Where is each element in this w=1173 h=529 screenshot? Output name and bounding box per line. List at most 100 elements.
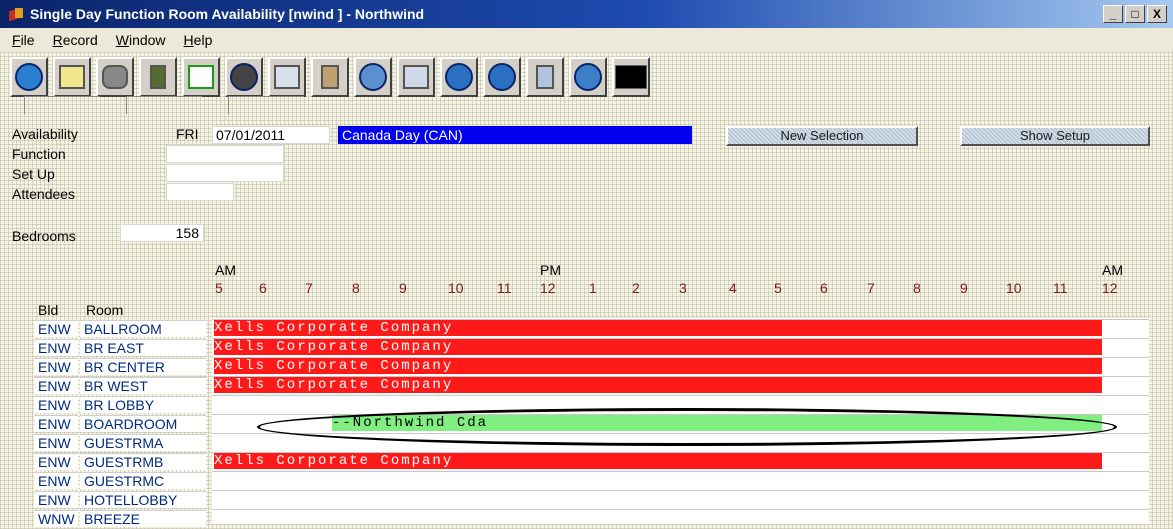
grid-line: [212, 433, 1149, 434]
pm-label: PM: [540, 262, 561, 278]
row-room[interactable]: BR CENTER: [80, 358, 206, 375]
availability-label: Availability: [12, 126, 78, 142]
hour-tick-label: 12: [540, 280, 556, 296]
date-field[interactable]: 07/01/2011: [212, 126, 330, 144]
hour-tick-label: 5: [774, 280, 782, 296]
up-icon[interactable]: [440, 57, 478, 97]
show-setup-button[interactable]: Show Setup: [960, 126, 1150, 146]
bedrooms-label: Bedrooms: [12, 228, 76, 244]
add-icon[interactable]: [182, 57, 220, 97]
hour-tick-label: 11: [1053, 280, 1068, 296]
hour-tick-label: 12: [1102, 280, 1118, 296]
row-bld: ENW: [34, 358, 78, 375]
hour-tick-label: 7: [305, 280, 313, 296]
menu-help[interactable]: Help: [184, 32, 213, 48]
setup-field[interactable]: [166, 164, 284, 182]
status-slot-2: [126, 96, 202, 114]
function-label: Function: [12, 146, 66, 162]
hour-tick-label: 10: [448, 280, 464, 296]
title-bar: Single Day Function Room Availability [n…: [0, 0, 1173, 28]
menu-window[interactable]: Window: [116, 32, 166, 48]
menu-record[interactable]: Record: [53, 32, 98, 48]
row-bld: ENW: [34, 453, 78, 470]
booking-bar[interactable]: Xells Corporate Company: [214, 358, 1102, 374]
grid-line: [212, 490, 1149, 491]
bedrooms-field: 158: [120, 224, 204, 242]
row-bld: ENW: [34, 415, 78, 432]
function-field[interactable]: [166, 145, 284, 163]
hour-tick-label: 7: [867, 280, 875, 296]
globe-icon[interactable]: [354, 57, 392, 97]
row-bld: WNW: [34, 510, 78, 527]
row-room[interactable]: GUESTRMC: [80, 472, 206, 489]
grid-line: [212, 395, 1149, 396]
delete-icon[interactable]: [225, 57, 263, 97]
row-room[interactable]: GUESTRMB: [80, 453, 206, 470]
row-room[interactable]: BR WEST: [80, 377, 206, 394]
hour-tick-label: 4: [729, 280, 737, 296]
holiday-field: Canada Day (CAN): [338, 126, 692, 144]
row-bld: ENW: [34, 434, 78, 451]
new-selection-button[interactable]: New Selection: [726, 126, 918, 146]
status-slot-3: [228, 96, 304, 114]
row-bld: ENW: [34, 472, 78, 489]
maximize-button[interactable]: □: [1125, 5, 1145, 23]
hour-tick-label: 6: [259, 280, 267, 296]
booking-bar[interactable]: Xells Corporate Company: [214, 339, 1102, 355]
booking-bar[interactable]: Xells Corporate Company: [214, 453, 1102, 469]
close-button[interactable]: X: [1147, 5, 1167, 23]
refresh-icon[interactable]: [569, 57, 607, 97]
row-bld: ENW: [34, 396, 78, 413]
row-room[interactable]: BR LOBBY: [80, 396, 206, 413]
menu-bar: File Record Window Help: [0, 28, 1173, 52]
person-icon[interactable]: [311, 57, 349, 97]
minimize-button[interactable]: _: [1103, 5, 1123, 23]
download-icon[interactable]: [139, 57, 177, 97]
chart-icon[interactable]: [268, 57, 306, 97]
row-room[interactable]: HOTELLOBBY: [80, 491, 206, 508]
setup-label: Set Up: [12, 166, 55, 182]
booking-bar[interactable]: --Northwind Cda: [332, 415, 1102, 431]
help-icon[interactable]: [10, 57, 48, 97]
hour-tick-label: 9: [399, 280, 407, 296]
row-room[interactable]: BALLROOM: [80, 320, 206, 337]
hour-tick-label: 9: [960, 280, 968, 296]
row-room[interactable]: GUESTRMA: [80, 434, 206, 451]
app-icon: [8, 6, 24, 22]
hour-tick-label: 3: [679, 280, 687, 296]
row-bld: ENW: [34, 377, 78, 394]
hour-tick-label: 2: [632, 280, 640, 296]
hour-tick-label: 8: [913, 280, 921, 296]
bld-header: Bld: [38, 302, 59, 318]
status-slot-1: [24, 96, 100, 114]
hour-tick-label: 10: [1006, 280, 1022, 296]
down-icon[interactable]: [483, 57, 521, 97]
window-title: Single Day Function Room Availability [n…: [30, 6, 425, 22]
home-icon[interactable]: [397, 57, 435, 97]
row-room[interactable]: BOARDROOM: [80, 415, 206, 432]
booking-bar[interactable]: Xells Corporate Company: [214, 320, 1102, 336]
hour-tick-label: 6: [820, 280, 828, 296]
toolbar: [6, 54, 654, 100]
terminal-icon[interactable]: [612, 57, 650, 97]
room-header: Room: [86, 302, 124, 318]
hour-tick-label: 1: [589, 280, 597, 296]
grid-line: [212, 509, 1149, 510]
notes-icon[interactable]: [53, 57, 91, 97]
attendees-label: Attendees: [12, 186, 76, 202]
row-bld: ENW: [34, 339, 78, 356]
am-label: AM: [215, 262, 236, 278]
row-bld: ENW: [34, 320, 78, 337]
hour-tick-label: 5: [215, 280, 223, 296]
booking-bar[interactable]: Xells Corporate Company: [214, 377, 1102, 393]
day-label: FRI: [176, 126, 199, 142]
export-icon[interactable]: [526, 57, 564, 97]
am-end-label: AM: [1102, 262, 1123, 278]
grid-line: [212, 471, 1149, 472]
menu-file[interactable]: File: [12, 32, 35, 48]
row-room[interactable]: BREEZE: [80, 510, 206, 527]
binoculars-icon[interactable]: [96, 57, 134, 97]
hour-tick-label: 11: [497, 280, 512, 296]
row-room[interactable]: BR EAST: [80, 339, 206, 356]
attendees-field[interactable]: [166, 183, 234, 201]
